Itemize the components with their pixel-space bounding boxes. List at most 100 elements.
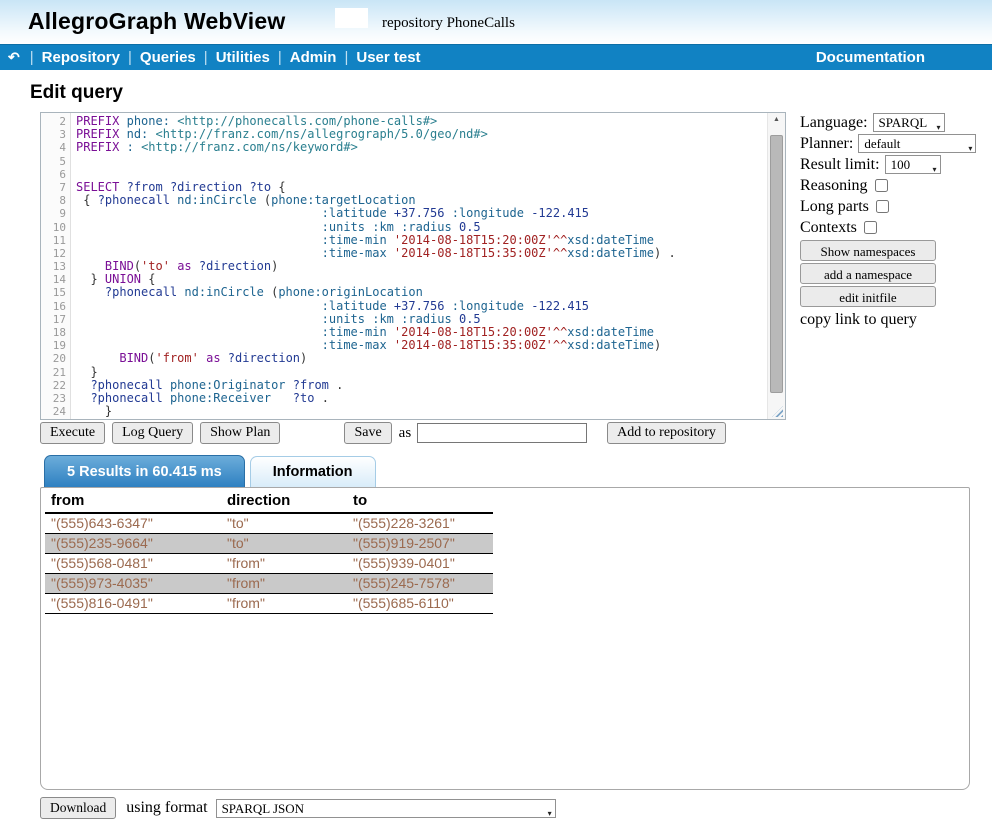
line-number: 3 bbox=[41, 128, 66, 141]
language-label: Language: bbox=[800, 114, 868, 132]
code-line: ?phonecall phone:Receiver ?to . bbox=[76, 392, 767, 405]
reasoning-checkbox[interactable] bbox=[875, 179, 888, 192]
nav-separator: | bbox=[278, 49, 282, 66]
sidebar-buttons: Show namespacesadd a namespaceedit initf… bbox=[800, 240, 990, 307]
table-cell: "from" bbox=[221, 574, 347, 594]
show-plan-button[interactable]: Show Plan bbox=[200, 422, 280, 444]
nav-item-repository[interactable]: Repository bbox=[42, 49, 120, 66]
results-tabbar: 5 Results in 60.415 ms Information bbox=[40, 455, 376, 487]
line-number: 17 bbox=[41, 313, 66, 326]
table-cell: "(555)685-6110" bbox=[347, 594, 493, 614]
line-number: 6 bbox=[41, 168, 66, 181]
results-panel: fromdirectionto "(555)643-6347""to""(555… bbox=[40, 487, 970, 790]
query-editor[interactable]: 23456789101112131415161718192021222324 P… bbox=[40, 112, 786, 420]
line-number: 18 bbox=[41, 326, 66, 339]
edit-initfile-button[interactable]: edit initfile bbox=[800, 286, 936, 307]
column-header-from: from bbox=[45, 490, 221, 513]
download-button[interactable]: Download bbox=[40, 797, 116, 819]
table-cell: "(555)939-0401" bbox=[347, 554, 493, 574]
format-label: using format bbox=[126, 799, 207, 817]
execute-button[interactable]: Execute bbox=[40, 422, 105, 444]
table-cell: "(555)643-6347" bbox=[45, 513, 221, 534]
repository-label: repository PhoneCalls bbox=[382, 15, 515, 32]
header: AllegroGraph WebView repository PhoneCal… bbox=[0, 0, 992, 44]
table-cell: "from" bbox=[221, 594, 347, 614]
scroll-up-icon[interactable]: ▲ bbox=[768, 116, 785, 123]
line-number: 5 bbox=[41, 155, 66, 168]
contexts-checkbox[interactable] bbox=[864, 221, 877, 234]
code-line: PREFIX : <http://franz.com/ns/keyword#> bbox=[76, 141, 767, 154]
table-row: "(555)973-4035""from""(555)245-7578" bbox=[45, 574, 493, 594]
table-row: "(555)235-9664""to""(555)919-2507" bbox=[45, 534, 493, 554]
result-limit-select[interactable]: 100 ▾ bbox=[885, 155, 941, 174]
nav-item-admin[interactable]: Admin bbox=[290, 49, 337, 66]
nav-item-user-test[interactable]: User test bbox=[356, 49, 420, 66]
sidebar-checkboxes: ReasoningLong partsContexts bbox=[800, 175, 990, 238]
nav-separator: | bbox=[344, 49, 348, 66]
language-select[interactable]: SPARQL ▾ bbox=[873, 113, 945, 132]
save-name-input[interactable] bbox=[417, 423, 587, 443]
editor-scrollbar[interactable]: ▲ bbox=[767, 113, 785, 419]
nav-item-documentation[interactable]: Documentation bbox=[816, 49, 925, 66]
nav-item-queries[interactable]: Queries bbox=[140, 49, 196, 66]
page-title: Edit query bbox=[30, 82, 123, 104]
app-title: AllegroGraph WebView bbox=[28, 8, 285, 35]
line-number: 4 bbox=[41, 141, 66, 154]
table-cell: "(555)568-0481" bbox=[45, 554, 221, 574]
line-number: 10 bbox=[41, 221, 66, 234]
back-arrow-icon[interactable]: ↶ bbox=[8, 49, 20, 66]
contexts-label: Contexts bbox=[800, 219, 857, 237]
nav-items: |Repository|Queries|Utilities|Admin|User… bbox=[22, 49, 421, 66]
table-cell: "to" bbox=[221, 534, 347, 554]
line-number: 19 bbox=[41, 339, 66, 352]
table-row: "(555)568-0481""from""(555)939-0401" bbox=[45, 554, 493, 574]
line-number: 2 bbox=[41, 115, 66, 128]
line-number: 21 bbox=[41, 366, 66, 379]
tab-results[interactable]: 5 Results in 60.415 ms bbox=[44, 455, 245, 487]
table-row: "(555)816-0491""from""(555)685-6110" bbox=[45, 594, 493, 614]
log-query-button[interactable]: Log Query bbox=[112, 422, 193, 444]
format-select[interactable]: SPARQL JSON ▾ bbox=[216, 799, 556, 818]
results-table: fromdirectionto "(555)643-6347""to""(555… bbox=[45, 490, 493, 614]
add-a-namespace-button[interactable]: add a namespace bbox=[800, 263, 936, 284]
line-number: 7 bbox=[41, 181, 66, 194]
column-header-direction: direction bbox=[221, 490, 347, 513]
nav-separator: | bbox=[204, 49, 208, 66]
line-number: 24 bbox=[41, 405, 66, 418]
save-button[interactable]: Save bbox=[344, 422, 391, 444]
code-line: BIND('from' as ?direction) bbox=[76, 352, 767, 365]
chevron-down-icon: ▾ bbox=[968, 140, 972, 158]
code-line: } bbox=[76, 405, 767, 418]
scrollbar-thumb[interactable] bbox=[770, 135, 783, 393]
add-to-repository-button[interactable]: Add to repository bbox=[607, 422, 726, 444]
main-navbar: ↶ |Repository|Queries|Utilities|Admin|Us… bbox=[0, 44, 992, 70]
line-number: 8 bbox=[41, 194, 66, 207]
table-cell: "(555)228-3261" bbox=[347, 513, 493, 534]
planner-select[interactable]: default ▾ bbox=[858, 134, 976, 153]
table-cell: "(555)235-9664" bbox=[45, 534, 221, 554]
nav-item-utilities[interactable]: Utilities bbox=[216, 49, 270, 66]
long-parts-checkbox[interactable] bbox=[876, 200, 889, 213]
planner-label: Planner: bbox=[800, 135, 853, 153]
line-number: 12 bbox=[41, 247, 66, 260]
resize-grip-icon[interactable] bbox=[772, 406, 783, 417]
line-number: 16 bbox=[41, 300, 66, 313]
show-namespaces-button[interactable]: Show namespaces bbox=[800, 240, 936, 261]
chevron-down-icon: ▾ bbox=[548, 805, 552, 823]
line-number-gutter: 23456789101112131415161718192021222324 bbox=[41, 113, 71, 419]
webview-screen: AllegroGraph WebView repository PhoneCal… bbox=[0, 0, 992, 828]
line-number: 20 bbox=[41, 352, 66, 365]
table-cell: "(555)816-0491" bbox=[45, 594, 221, 614]
copy-link-to-query[interactable]: copy link to query bbox=[800, 311, 990, 329]
table-cell: "(555)919-2507" bbox=[347, 534, 493, 554]
line-number: 23 bbox=[41, 392, 66, 405]
line-number: 9 bbox=[41, 207, 66, 220]
code-line bbox=[76, 155, 767, 168]
line-number: 14 bbox=[41, 273, 66, 286]
query-code[interactable]: PREFIX phone: <http://phonecalls.com/pho… bbox=[71, 113, 767, 419]
save-as-label: as bbox=[399, 425, 412, 442]
table-cell: "(555)973-4035" bbox=[45, 574, 221, 594]
tab-information[interactable]: Information bbox=[250, 456, 376, 487]
column-header-to: to bbox=[347, 490, 493, 513]
line-number: 22 bbox=[41, 379, 66, 392]
